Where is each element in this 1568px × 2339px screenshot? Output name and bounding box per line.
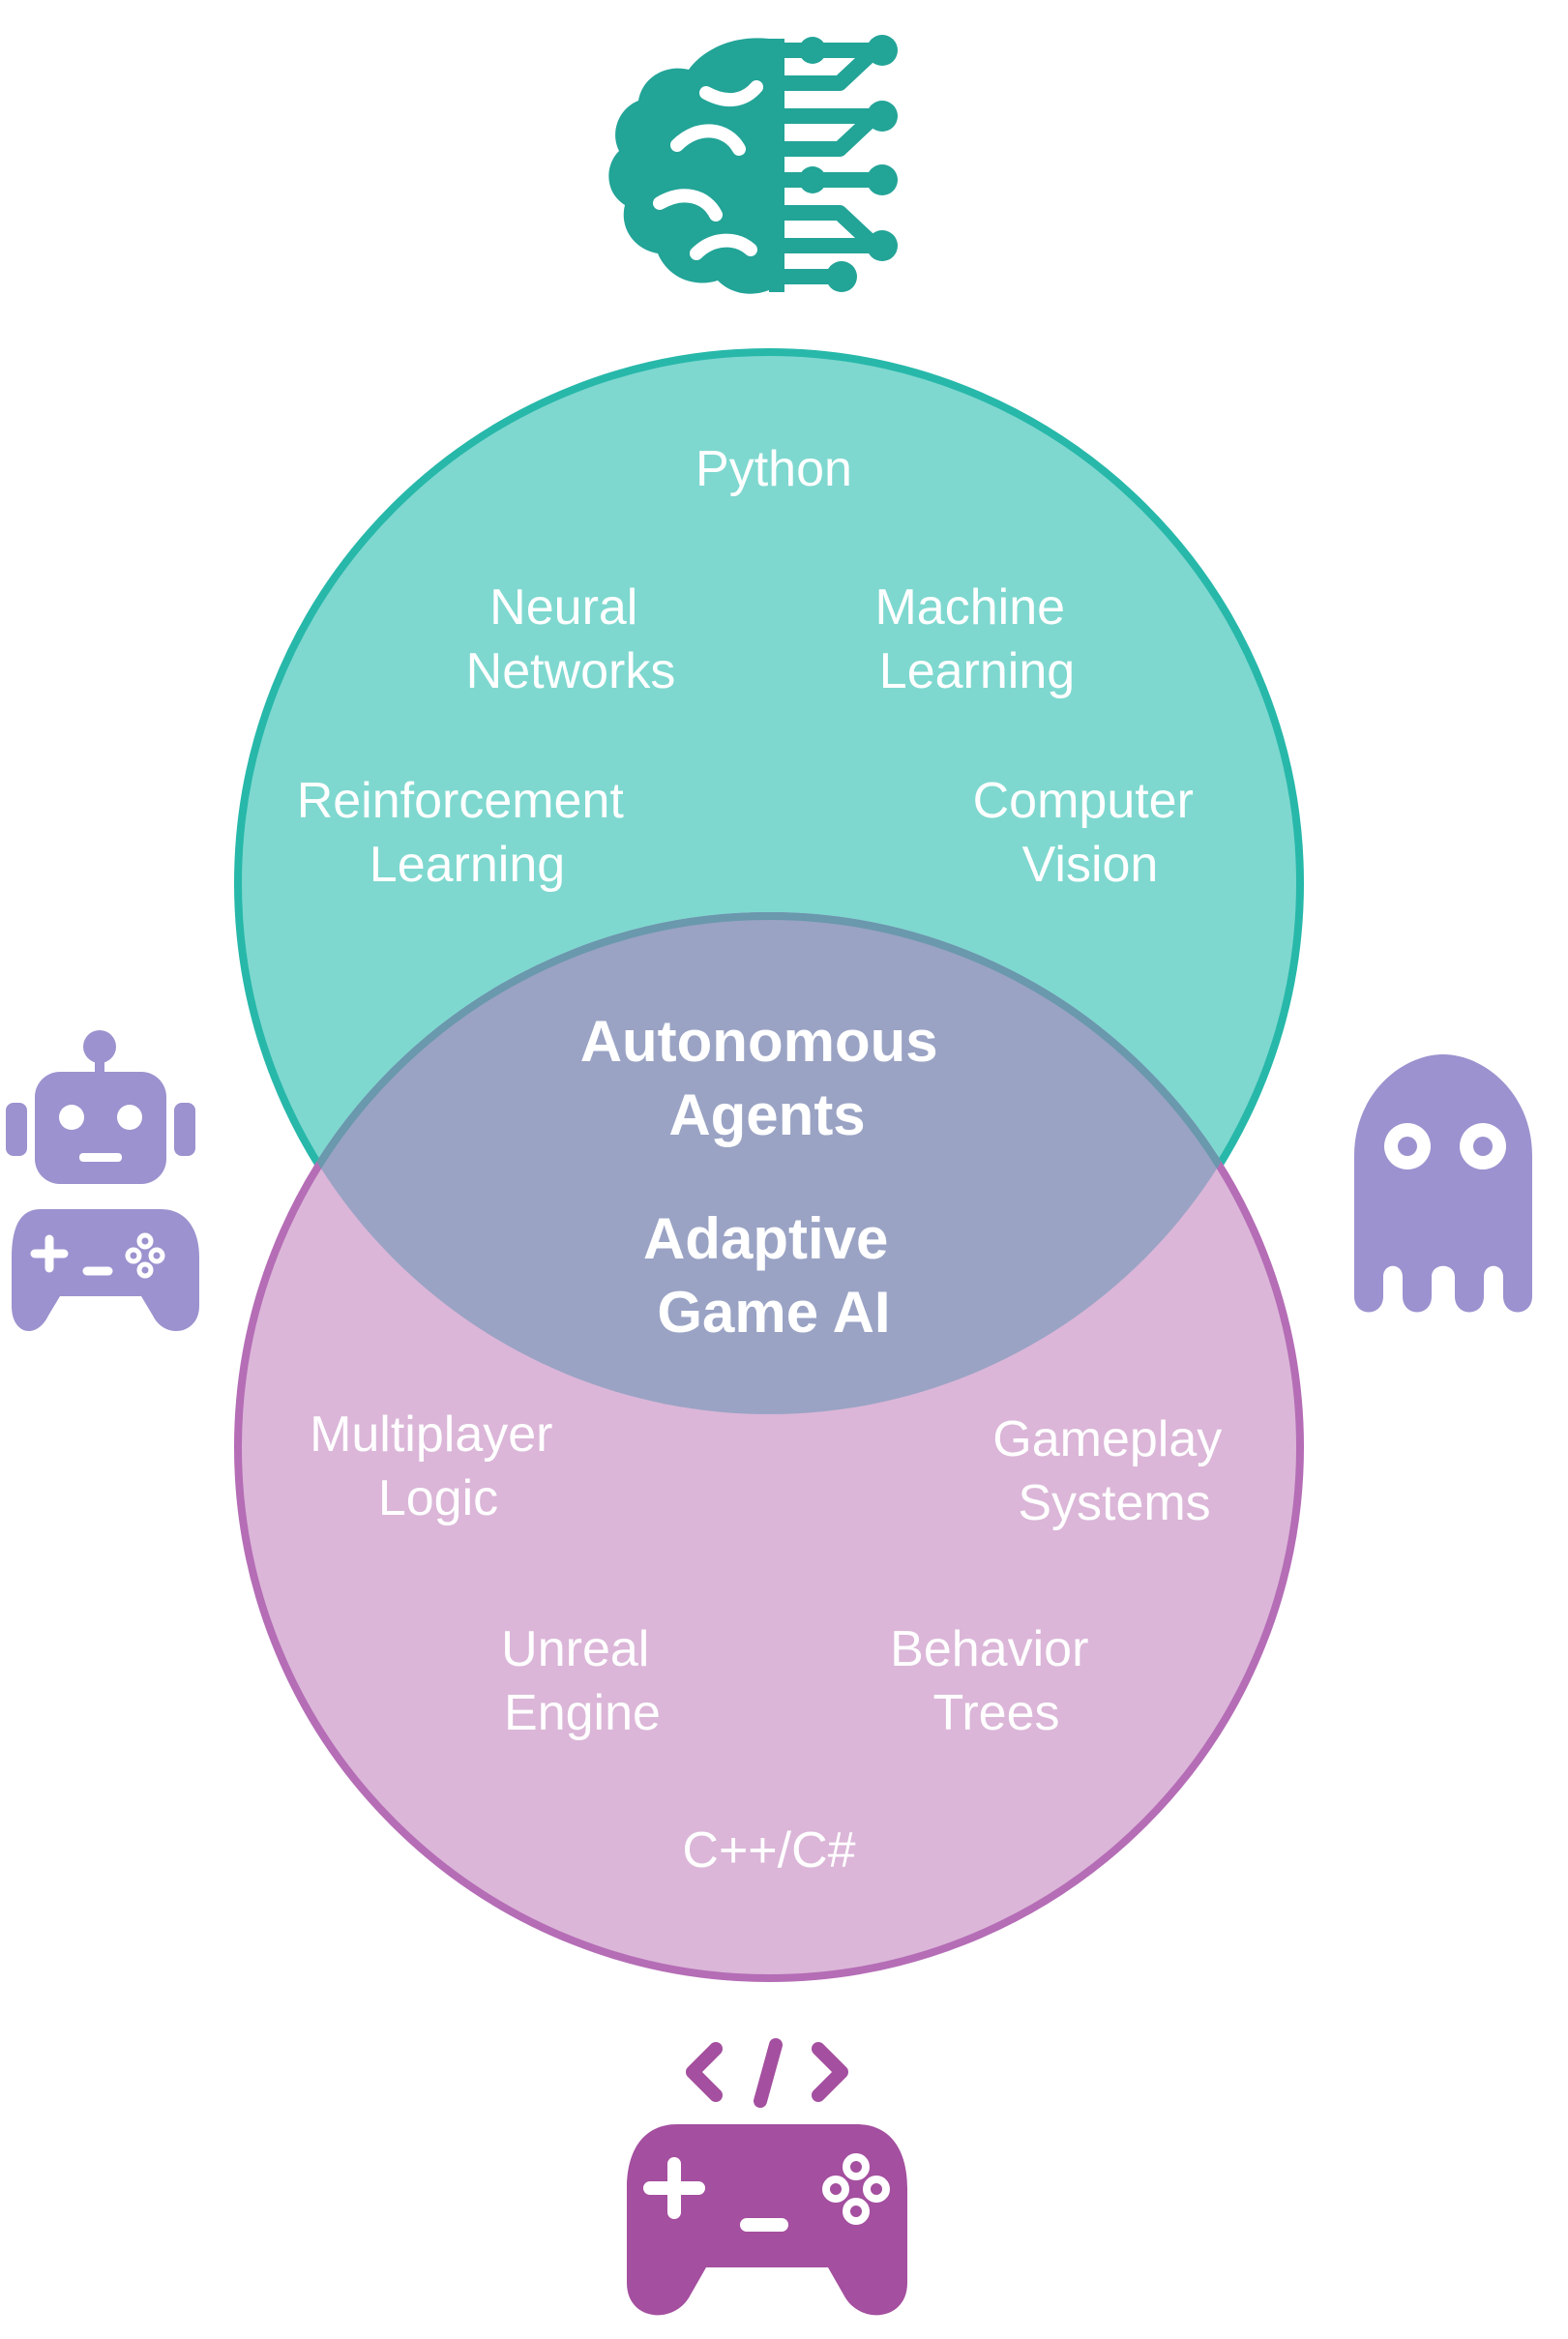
code-gamepad-icon — [627, 2038, 907, 2316]
label-cpp-csharp: C++/C# — [682, 1822, 855, 1879]
robot-gamepad-icon — [6, 1030, 199, 1332]
ghost-icon — [1354, 1054, 1532, 1313]
label-python: Python — [695, 441, 852, 497]
venn-diagram: Python Neural Networks Machine Learning … — [6, 35, 1532, 2316]
brain-circuit-icon — [608, 35, 898, 294]
